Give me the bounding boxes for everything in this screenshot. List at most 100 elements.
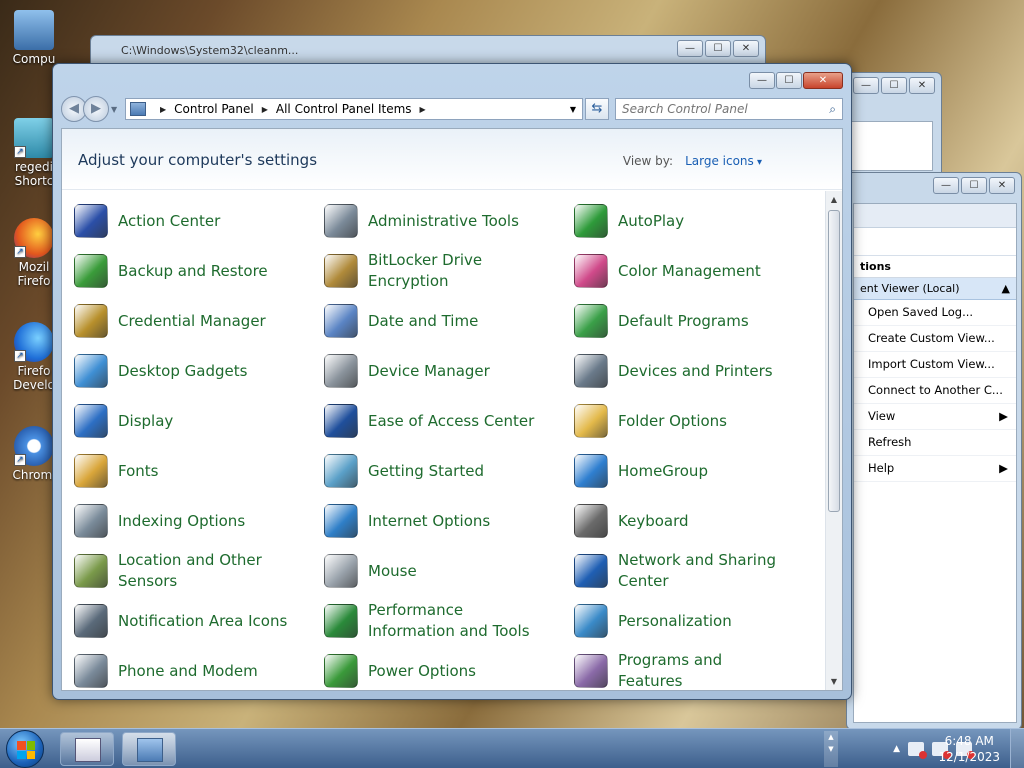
control-panel-item[interactable]: Credential Manager xyxy=(74,299,324,343)
action-item[interactable]: Help ▶ xyxy=(854,456,1016,482)
show-desktop-button[interactable] xyxy=(1010,729,1024,768)
action-item[interactable]: Refresh xyxy=(854,430,1016,456)
minimize-button[interactable]: — xyxy=(853,77,879,94)
color-management-icon xyxy=(574,254,608,288)
collapse-icon[interactable]: ▲ xyxy=(1002,282,1010,295)
forward-button[interactable]: ▶ xyxy=(83,96,109,122)
control-panel-item[interactable]: Internet Options xyxy=(324,499,574,543)
control-panel-window[interactable]: — ☐ ✕ ◀ ▶ ▼ ▶ Control Panel ▶ All Contro… xyxy=(52,63,852,700)
maximize-button[interactable]: ☐ xyxy=(961,177,987,194)
control-panel-item[interactable]: Keyboard xyxy=(574,499,824,543)
control-panel-item[interactable]: BitLocker Drive Encryption xyxy=(324,249,574,293)
control-panel-item[interactable]: Devices and Printers xyxy=(574,349,824,393)
regedit-icon: ↗ xyxy=(14,118,54,158)
control-panel-item[interactable]: Notification Area Icons xyxy=(74,599,324,643)
taskbar-scroll[interactable]: ▲ ▼ xyxy=(824,731,838,767)
recent-pages-dropdown[interactable]: ▼ xyxy=(111,105,121,114)
taskbar-item-control-panel[interactable] xyxy=(122,732,176,766)
search-box[interactable]: ⌕ xyxy=(615,98,843,120)
breadcrumb-all-items[interactable]: All Control Panel Items xyxy=(276,102,412,116)
control-panel-item-label: Network and Sharing Center xyxy=(618,551,776,590)
taskbar-item-regedit[interactable] xyxy=(60,732,114,766)
clock-date: 12/1/2023 xyxy=(938,750,1000,764)
control-panel-item[interactable]: Backup and Restore xyxy=(74,249,324,293)
control-panel-item[interactable]: Getting Started xyxy=(324,449,574,493)
control-panel-item[interactable]: Default Programs xyxy=(574,299,824,343)
breadcrumb-control-panel[interactable]: Control Panel xyxy=(174,102,254,116)
desktop-icon-computer[interactable]: Compu xyxy=(6,10,62,66)
address-dropdown-icon[interactable]: ▼ xyxy=(570,105,576,114)
minimize-button[interactable]: — xyxy=(933,177,959,194)
control-panel-item[interactable]: Date and Time xyxy=(324,299,574,343)
address-bar[interactable]: ▶ Control Panel ▶ All Control Panel Item… xyxy=(125,98,583,120)
refresh-button[interactable]: ⇆ xyxy=(585,98,609,120)
control-panel-item[interactable]: Performance Information and Tools xyxy=(324,599,574,643)
actions-selected-node[interactable]: ent Viewer (Local) ▲ xyxy=(854,278,1016,300)
control-panel-item-label: Internet Options xyxy=(368,511,491,530)
control-panel-item[interactable]: Network and Sharing Center xyxy=(574,549,824,593)
control-panel-item[interactable]: Fonts xyxy=(74,449,324,493)
start-button[interactable] xyxy=(6,730,44,768)
close-button[interactable]: ✕ xyxy=(989,177,1015,194)
control-panel-item[interactable]: Indexing Options xyxy=(74,499,324,543)
scroll-thumb[interactable] xyxy=(828,210,840,512)
vertical-scrollbar[interactable]: ▲ ▼ xyxy=(825,191,842,690)
maximize-button[interactable]: ☐ xyxy=(881,77,907,94)
title-bar[interactable]: — ☐ ✕ xyxy=(53,64,851,94)
window-controls: — ☐ ✕ xyxy=(853,77,935,94)
submenu-arrow-icon: ▶ xyxy=(999,461,1008,475)
control-panel-item[interactable]: Color Management xyxy=(574,249,824,293)
view-by-dropdown[interactable]: Large icons xyxy=(685,154,762,168)
control-panel-item[interactable]: Action Center xyxy=(74,199,324,243)
control-panel-item[interactable]: Location and Other Sensors xyxy=(74,549,324,593)
control-panel-item[interactable]: Desktop Gadgets xyxy=(74,349,324,393)
search-input[interactable] xyxy=(622,102,830,116)
clock-icon xyxy=(324,304,358,338)
event-viewer-window[interactable]: — ☐ ✕ tions ent Viewer (Local) ▲ Open Sa… xyxy=(846,172,1022,730)
minimize-button[interactable]: — xyxy=(677,40,703,57)
control-panel-item[interactable]: Power Options xyxy=(324,649,574,690)
personalization-icon xyxy=(574,604,608,638)
close-button[interactable]: ✕ xyxy=(733,40,759,57)
control-panel-item[interactable]: Mouse xyxy=(324,549,574,593)
action-item[interactable]: View ▶ xyxy=(854,404,1016,430)
display-icon xyxy=(74,404,108,438)
control-panel-item[interactable]: Programs and Features xyxy=(574,649,824,690)
maximize-button[interactable]: ☐ xyxy=(705,40,731,57)
scroll-up-icon[interactable]: ▲ xyxy=(826,191,842,208)
navigation-bar: ◀ ▶ ▼ ▶ Control Panel ▶ All Control Pane… xyxy=(61,96,843,122)
control-panel-item-label: Desktop Gadgets xyxy=(118,361,248,380)
folder-icon xyxy=(574,404,608,438)
chevron-right-icon[interactable]: ▶ xyxy=(160,105,166,114)
control-panel-item-label: HomeGroup xyxy=(618,461,708,480)
control-panel-item[interactable]: Phone and Modem xyxy=(74,649,324,690)
search-icon[interactable]: ⌕ xyxy=(829,102,836,117)
flag-icon xyxy=(74,204,108,238)
control-panel-item[interactable]: Ease of Access Center xyxy=(324,399,574,443)
scroll-down-icon[interactable]: ▼ xyxy=(826,673,842,690)
action-item[interactable]: Create Custom View... xyxy=(854,326,1016,352)
control-panel-item[interactable]: Administrative Tools xyxy=(324,199,574,243)
chromium-icon: ↗ xyxy=(14,426,54,466)
show-hidden-icons-button[interactable]: ▲ xyxy=(893,744,900,754)
maximize-button[interactable]: ☐ xyxy=(776,72,802,89)
close-button[interactable]: ✕ xyxy=(909,77,935,94)
control-panel-item-label: Fonts xyxy=(118,461,159,480)
control-panel-item[interactable]: Folder Options xyxy=(574,399,824,443)
action-item[interactable]: Open Saved Log... xyxy=(854,300,1016,326)
bitlocker-icon xyxy=(324,254,358,288)
control-panel-item-label: Mouse xyxy=(368,561,417,580)
control-panel-item[interactable]: Personalization xyxy=(574,599,824,643)
control-panel-item[interactable]: Display xyxy=(74,399,324,443)
chevron-right-icon[interactable]: ▶ xyxy=(420,105,426,114)
action-center-flag-icon[interactable] xyxy=(908,742,927,759)
minimize-button[interactable]: — xyxy=(749,72,775,89)
action-item[interactable]: Import Custom View... xyxy=(854,352,1016,378)
action-item[interactable]: Connect to Another C... xyxy=(854,378,1016,404)
control-panel-item[interactable]: AutoPlay xyxy=(574,199,824,243)
control-panel-item[interactable]: Device Manager xyxy=(324,349,574,393)
chevron-right-icon[interactable]: ▶ xyxy=(262,105,268,114)
close-button[interactable]: ✕ xyxy=(803,72,843,89)
control-panel-item[interactable]: HomeGroup xyxy=(574,449,824,493)
clock[interactable]: 6:48 AM 12/1/2023 xyxy=(938,733,1000,765)
